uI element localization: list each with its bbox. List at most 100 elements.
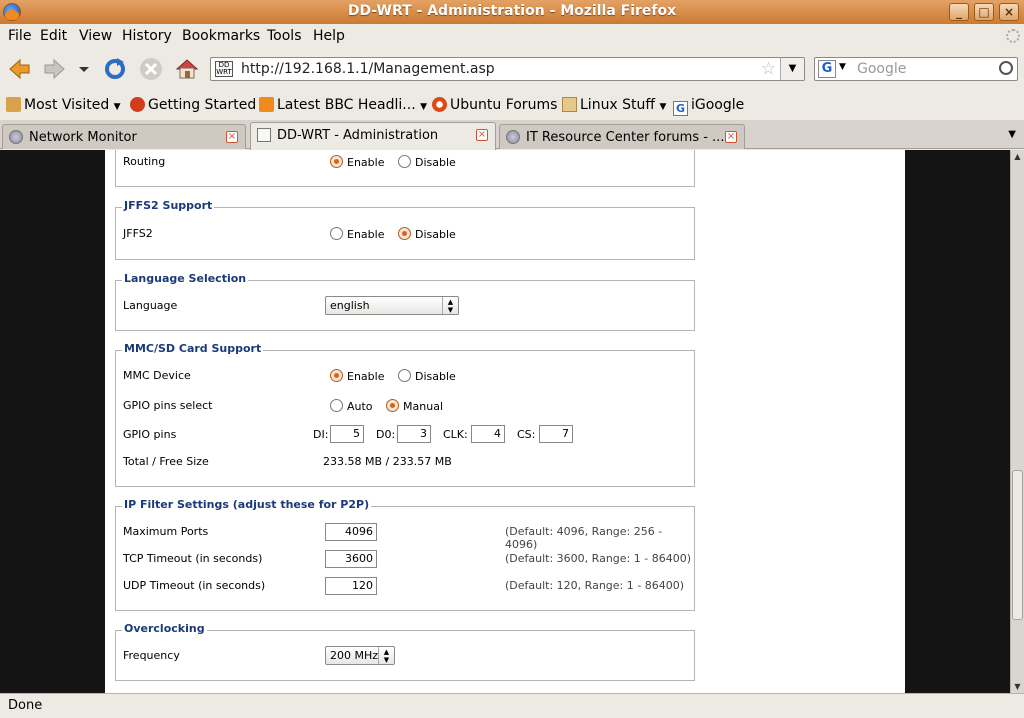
- close-button[interactable]: ×: [999, 3, 1019, 21]
- tab-label: IT Resource Center forums - ...: [526, 130, 725, 145]
- maximize-button[interactable]: □: [974, 3, 994, 21]
- tab-dd-wrt-administration[interactable]: DD-WRT - Administration ×: [250, 122, 496, 150]
- mmc-sd-section: MMC/SD Card Support MMC Device Enable Di…: [115, 342, 695, 487]
- radio-label: Manual: [403, 400, 444, 413]
- radio-label: Disable: [414, 370, 456, 383]
- history-dropdown-icon[interactable]: [76, 56, 92, 82]
- stop-icon[interactable]: [138, 56, 164, 82]
- jffs2-options: Enable Disable: [330, 227, 466, 241]
- globe-icon: [506, 130, 520, 144]
- jffs2-section: JFFS2 Support JFFS2 Enable Disable: [115, 199, 695, 260]
- radio-label: Enable: [347, 156, 385, 169]
- minimize-button[interactable]: _: [949, 3, 969, 21]
- search-icon[interactable]: [999, 61, 1013, 75]
- frequency-label: Frequency: [123, 649, 180, 662]
- bookmark-star-icon: [6, 97, 21, 112]
- clk-label: CLK:: [443, 428, 468, 441]
- menu-tools[interactable]: Tools: [267, 28, 302, 44]
- home-icon[interactable]: [174, 56, 200, 82]
- gpio-auto-radio[interactable]: [330, 399, 343, 412]
- scrollbar-thumb[interactable]: [1012, 470, 1023, 620]
- radio-label: Disable: [414, 228, 456, 241]
- gpio-cs-input[interactable]: 7: [539, 425, 573, 443]
- google-icon: G: [673, 101, 688, 116]
- search-bar[interactable]: G ▼ Google: [814, 57, 1018, 81]
- mmc-disable-radio[interactable]: [397, 369, 411, 382]
- radio-label: Enable: [347, 228, 385, 241]
- search-engine-dropdown-icon[interactable]: ▼: [839, 62, 846, 72]
- routing-options: Enable Disable: [330, 155, 466, 169]
- status-text: Done: [8, 698, 43, 713]
- bookmark-label: Ubuntu Forums: [450, 97, 558, 113]
- site-favicon-icon: [257, 128, 271, 142]
- frequency-select[interactable]: 200 MHz ▲ ▼: [325, 646, 395, 665]
- spinner-arrows-icon: ▲ ▼: [442, 297, 458, 314]
- tcp-timeout-input[interactable]: 3600: [325, 550, 377, 568]
- ip-filter-section: IP Filter Settings (adjust these for P2P…: [115, 498, 695, 611]
- cs-label: CS:: [517, 428, 536, 441]
- search-input[interactable]: Google: [857, 61, 906, 77]
- vertical-scrollbar[interactable]: ▲ ▼: [1010, 150, 1024, 693]
- max-ports-input[interactable]: 4096: [325, 523, 377, 541]
- back-arrow-icon[interactable]: [6, 56, 32, 82]
- list-all-tabs-icon[interactable]: ▼: [1008, 129, 1016, 140]
- language-select[interactable]: english ▲ ▼: [325, 296, 459, 315]
- bookmarks-toolbar: Most Visited ▼ Getting Started Latest BB…: [0, 90, 1024, 120]
- max-ports-hint: (Default: 4096, Range: 256 - 4096): [505, 525, 663, 551]
- folder-icon: [562, 97, 577, 112]
- bookmark-star-icon[interactable]: ☆: [761, 59, 776, 79]
- gpio-manual-radio[interactable]: [386, 399, 400, 412]
- bookmark-igoogle[interactable]: GiGoogle: [673, 97, 744, 116]
- routing-enable-radio[interactable]: [330, 155, 343, 168]
- bookmark-bbc[interactable]: Latest BBC Headli... ▼: [259, 97, 427, 113]
- menu-history[interactable]: History: [122, 28, 172, 44]
- routing-disable-radio[interactable]: [397, 155, 411, 168]
- menu-help[interactable]: Help: [313, 28, 345, 44]
- bookmark-label: Getting Started: [148, 97, 257, 113]
- bookmark-linux-stuff[interactable]: Linux Stuff ▼: [562, 97, 666, 113]
- overclocking-section: Overclocking Frequency 200 MHz ▲ ▼: [115, 622, 695, 681]
- size-label: Total / Free Size: [123, 455, 209, 468]
- close-tab-icon[interactable]: ×: [725, 131, 737, 143]
- close-tab-icon[interactable]: ×: [476, 129, 488, 141]
- menu-bookmarks[interactable]: Bookmarks: [182, 28, 260, 44]
- google-icon[interactable]: G: [818, 60, 836, 78]
- url-dropdown-icon[interactable]: ▼: [780, 58, 804, 80]
- forward-arrow-icon[interactable]: [42, 56, 68, 82]
- mmc-enable-radio[interactable]: [330, 369, 343, 382]
- jffs2-enable-radio[interactable]: [330, 227, 343, 240]
- tab-network-monitor[interactable]: Network Monitor ×: [2, 124, 246, 149]
- radio-label: Enable: [347, 370, 385, 383]
- tab-label: Network Monitor: [29, 130, 137, 145]
- bookmark-most-visited[interactable]: Most Visited ▼: [6, 97, 121, 113]
- menu-view[interactable]: View: [79, 28, 112, 44]
- navigation-toolbar: DD WRT http://192.168.1.1/Management.asp…: [0, 48, 1024, 90]
- close-tab-icon[interactable]: ×: [226, 131, 238, 143]
- gpio-pins-label: GPIO pins: [123, 428, 177, 441]
- udp-timeout-hint: (Default: 120, Range: 1 - 86400): [505, 579, 684, 592]
- gpio-di-input[interactable]: 5: [330, 425, 364, 443]
- udp-timeout-label: UDP Timeout (in seconds): [123, 579, 266, 592]
- url-text[interactable]: http://192.168.1.1/Management.asp: [241, 61, 495, 77]
- gpio-select-options: Auto Manual: [330, 399, 453, 413]
- gpio-do-input[interactable]: 3: [397, 425, 431, 443]
- chevron-down-icon: ▼: [113, 102, 121, 112]
- bookmark-ubuntu-forums[interactable]: Ubuntu Forums: [432, 97, 557, 113]
- ubuntu-icon: [432, 97, 447, 112]
- scroll-up-icon[interactable]: ▲: [1011, 150, 1024, 163]
- reload-icon[interactable]: [102, 56, 128, 82]
- status-bar: Done: [0, 693, 1024, 718]
- section-legend: Overclocking: [122, 622, 207, 635]
- tab-it-resource-center[interactable]: IT Resource Center forums - ... ×: [499, 124, 745, 149]
- bookmark-getting-started[interactable]: Getting Started: [130, 97, 256, 113]
- jffs2-disable-radio[interactable]: [397, 227, 411, 240]
- menu-edit[interactable]: Edit: [40, 28, 67, 44]
- menu-file[interactable]: File: [8, 28, 31, 44]
- udp-timeout-input[interactable]: 120: [325, 577, 377, 595]
- size-value: 233.58 MB / 233.57 MB: [323, 455, 452, 468]
- section-legend: MMC/SD Card Support: [122, 342, 264, 355]
- tcp-timeout-hint: (Default: 3600, Range: 1 - 86400): [505, 552, 691, 565]
- scroll-down-icon[interactable]: ▼: [1011, 680, 1024, 693]
- address-bar[interactable]: DD WRT http://192.168.1.1/Management.asp…: [210, 57, 805, 81]
- gpio-clk-input[interactable]: 4: [471, 425, 505, 443]
